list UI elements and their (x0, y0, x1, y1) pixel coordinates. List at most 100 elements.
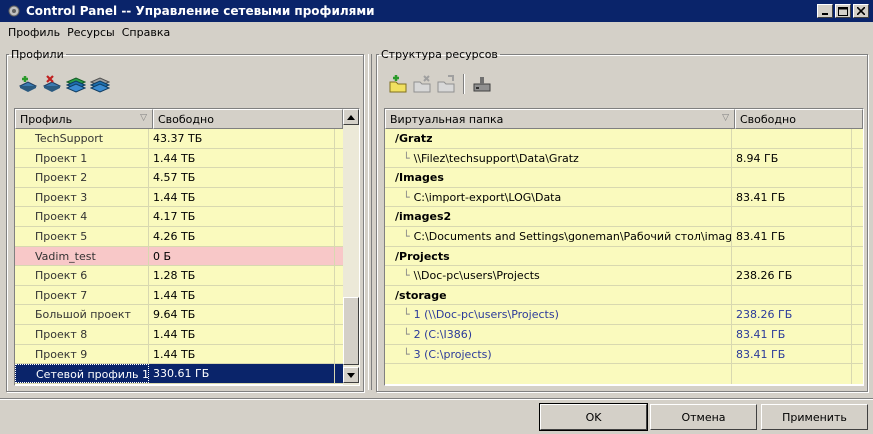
delete-folder-button[interactable] (412, 74, 432, 94)
path-row[interactable]: └ 2 (C:\I386) 83.41 ГБ (385, 324, 863, 345)
path-label: 3 (C:\projects) (413, 347, 492, 361)
menu-help[interactable]: Справка (122, 26, 170, 39)
profile-name-cell: TechSupport (15, 129, 149, 148)
table-row[interactable]: Проект 6 1.28 ТБ (15, 266, 359, 286)
delete-folder-icon (413, 75, 431, 93)
table-row[interactable]: Проект 4 4.17 ТБ (15, 207, 359, 227)
edit-folder-button[interactable] (436, 74, 456, 94)
title-bar: Control Panel -- Управление сетевыми про… (0, 0, 873, 22)
profile-name-cell: Vadim_test (15, 246, 149, 266)
table-row[interactable]: Проект 5 4.26 ТБ (15, 226, 359, 247)
profiles-toolbar (18, 74, 110, 94)
path-row[interactable]: └ C:\Documents and Settings\goneman\Рабоч… (385, 226, 863, 247)
table-row[interactable]: Проект 2 4.57 ТБ (15, 168, 359, 188)
maximize-button[interactable] (835, 4, 851, 18)
free-space-cell: 238.26 ГБ (732, 305, 852, 324)
profile-name-cell: Сетевой профиль 1 (15, 364, 149, 383)
free-space-cell (732, 129, 852, 148)
path-row[interactable]: └ C:\import-export\LOG\Data 83.41 ГБ (385, 187, 863, 208)
path-cell: └ 3 (C:\projects) (385, 344, 732, 364)
free-space-cell: 238.26 ГБ (732, 266, 852, 285)
path-row[interactable]: └ 1 (\\Doc-pc\users\Projects) 238.26 ГБ (385, 305, 863, 325)
path-cell: └ 2 (C:\I386) (385, 324, 732, 344)
profile-name-cell: Проект 4 (15, 207, 149, 226)
map-drive-button[interactable] (472, 74, 492, 94)
free-space-cell: 83.41 ГБ (732, 187, 852, 207)
close-button[interactable] (853, 4, 869, 18)
arrow-down-icon (347, 372, 355, 378)
column-header-virtual-folder[interactable]: Виртуальная папка ▽ (385, 109, 735, 129)
control-panel-icon (6, 3, 22, 19)
free-space-cell (732, 168, 852, 187)
table-row[interactable]: Проект 1 1.44 ТБ (15, 148, 359, 169)
table-row[interactable]: Проект 8 1.44 ТБ (15, 324, 359, 345)
folder-row[interactable]: /Gratz (385, 129, 863, 149)
folder-row[interactable]: /images2 (385, 207, 863, 227)
profile-name-cell: Проект 2 (15, 168, 149, 187)
profiles-scrollbar[interactable] (343, 109, 359, 385)
table-row[interactable]: Vadim_test 0 Б (15, 246, 359, 267)
free-space-cell: 83.41 ГБ (732, 226, 852, 246)
tree-connector-icon: └ (403, 347, 410, 361)
table-row[interactable]: Сетевой профиль 1 330.61 ГБ (15, 364, 359, 384)
table-row[interactable]: TechSupport 43.37 ТБ (15, 129, 359, 149)
path-label: C:\import-export\LOG\Data (413, 190, 562, 204)
profile-free-cell: 4.17 ТБ (149, 207, 335, 226)
scroll-up-button[interactable] (343, 109, 359, 125)
panel-splitter[interactable] (368, 54, 372, 390)
ok-button[interactable]: OK (539, 403, 648, 431)
free-space-cell (732, 246, 852, 266)
path-row[interactable]: └ 3 (C:\projects) 83.41 ГБ (385, 344, 863, 365)
tree-connector-icon: └ (403, 151, 410, 165)
toolbar-separator (463, 74, 465, 94)
bottom-divider (0, 398, 873, 400)
column-header-profile[interactable]: Профиль ▽ (15, 109, 153, 129)
profile-name-cell: Проект 9 (15, 344, 149, 364)
empty-row (385, 364, 863, 384)
scroll-thumb[interactable] (343, 297, 359, 365)
apply-button[interactable]: Применить (761, 404, 868, 430)
profile-free-cell: 1.44 ТБ (149, 344, 335, 364)
folder-row[interactable]: /storage (385, 285, 863, 306)
profile-free-cell: 1.44 ТБ (149, 285, 335, 305)
column-header-free[interactable]: Свободно (153, 109, 343, 129)
path-label: \\Filez\techsupport\Data\Gratz (413, 151, 579, 165)
tree-connector-icon: └ (403, 190, 410, 204)
profile-free-cell: 4.57 ТБ (149, 168, 335, 187)
cancel-button[interactable]: Отмена (650, 404, 757, 430)
table-row[interactable]: Проект 9 1.44 ТБ (15, 344, 359, 365)
virtual-folder-cell: /Images (385, 168, 732, 187)
disk-stack-green-icon (66, 77, 86, 93)
add-profile-button[interactable] (18, 74, 38, 94)
resources-legend: Структура ресурсов (381, 48, 498, 61)
path-label: 2 (C:\I386) (413, 327, 473, 341)
folder-row[interactable]: /Images (385, 168, 863, 188)
scroll-down-button[interactable] (343, 367, 359, 383)
profile-free-cell: 4.26 ТБ (149, 226, 335, 246)
minimize-button[interactable] (817, 4, 833, 18)
column-header-free-space[interactable]: Свободно (735, 109, 863, 129)
menu-profile[interactable]: Профиль (8, 26, 60, 39)
profile-disks-green-button[interactable] (66, 74, 86, 94)
add-folder-button[interactable] (388, 74, 408, 94)
profiles-legend: Профили (11, 48, 64, 61)
profile-name-cell: Проект 7 (15, 285, 149, 305)
resources-toolbar (388, 74, 492, 94)
edit-folder-icon (437, 75, 455, 93)
maximize-icon (838, 6, 848, 16)
menu-resources[interactable]: Ресурсы (67, 26, 115, 39)
path-row[interactable]: └ \\Doc-pc\users\Projects 238.26 ГБ (385, 266, 863, 286)
table-row[interactable]: Проект 7 1.44 ТБ (15, 285, 359, 306)
table-row[interactable]: Большой проект 9.64 ТБ (15, 305, 359, 325)
delete-profile-icon (42, 75, 62, 92)
table-row[interactable]: Проект 3 1.44 ТБ (15, 187, 359, 208)
folder-row[interactable]: /Projects (385, 246, 863, 267)
path-label: 1 (\\Doc-pc\users\Projects) (413, 308, 559, 322)
close-icon (857, 7, 865, 15)
profile-name-cell: Проект 1 (15, 148, 149, 168)
delete-profile-button[interactable] (42, 74, 62, 94)
disk-stack-gray-icon (90, 77, 110, 93)
profile-free-cell: 43.37 ТБ (149, 129, 335, 148)
path-row[interactable]: └ \\Filez\techsupport\Data\Gratz 8.94 ГБ (385, 148, 863, 169)
profile-disks-gray-button[interactable] (90, 74, 110, 94)
